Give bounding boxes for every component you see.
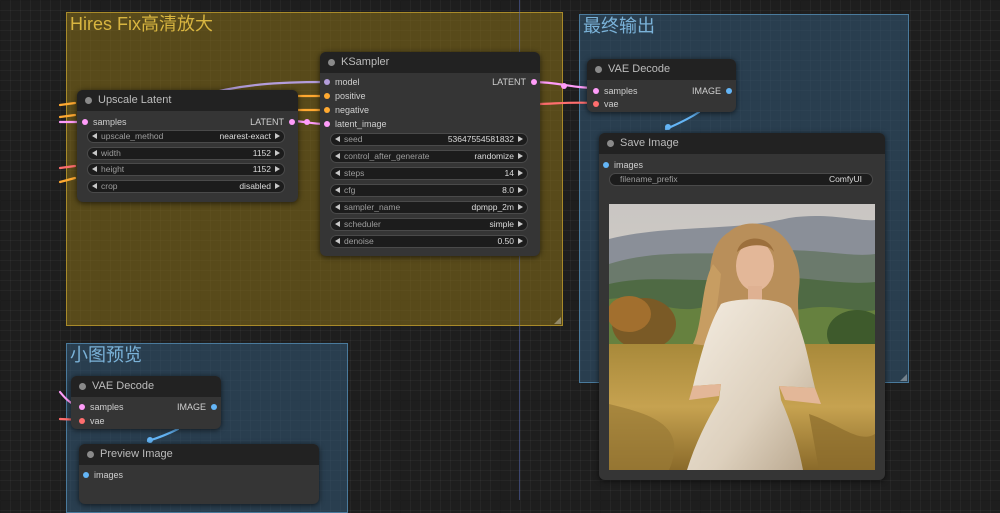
widget-crop[interactable]: crop disabled [87, 180, 285, 193]
node-title[interactable]: Upscale Latent [77, 90, 298, 111]
output-slot-image[interactable]: IMAGE [692, 85, 733, 97]
arrow-left-icon[interactable] [92, 133, 97, 139]
input-slot-model[interactable]: model [322, 76, 360, 88]
link-in-red [58, 164, 77, 170]
arrow-left-icon[interactable] [92, 166, 97, 172]
generated-image-drawing [609, 204, 875, 470]
collapse-dot-icon[interactable] [85, 97, 92, 104]
arrow-right-icon[interactable] [518, 153, 523, 159]
widget-filename-prefix[interactable]: filename_prefix ComfyUI [609, 173, 873, 186]
collapse-dot-icon[interactable] [607, 140, 614, 147]
slot-dot-icon[interactable] [79, 418, 85, 424]
node-preview-image[interactable]: Preview Image images [79, 444, 319, 504]
slot-dot-icon[interactable] [324, 93, 330, 99]
arrow-right-icon[interactable] [275, 183, 280, 189]
slot-dot-icon[interactable] [82, 119, 88, 125]
output-slot-latent[interactable]: LATENT [492, 76, 538, 88]
node-title[interactable]: Save Image [599, 133, 885, 154]
node-vae-decode-final[interactable]: VAE Decode samples vae IMAGE [587, 59, 736, 112]
arrow-left-icon[interactable] [335, 153, 340, 159]
arrow-right-icon[interactable] [518, 136, 523, 142]
slot-dot-icon[interactable] [289, 119, 295, 125]
arrow-right-icon[interactable] [518, 221, 523, 227]
arrow-right-icon[interactable] [275, 150, 280, 156]
input-slot-samples[interactable]: samples [80, 116, 127, 128]
arrow-left-icon[interactable] [92, 150, 97, 156]
arrow-left-icon[interactable] [92, 183, 97, 189]
slot-dot-icon[interactable] [324, 121, 330, 127]
widget-seed[interactable]: seed 53647554581832 [330, 133, 528, 146]
arrow-left-icon[interactable] [335, 238, 340, 244]
node-title[interactable]: VAE Decode [71, 376, 221, 397]
widget-cfg[interactable]: cfg 8.0 [330, 184, 528, 197]
arrow-right-icon[interactable] [518, 238, 523, 244]
slot-dot-icon[interactable] [726, 88, 732, 94]
collapse-dot-icon[interactable] [595, 66, 602, 73]
widget-control-after-generate[interactable]: control_after_generate randomize [330, 150, 528, 163]
slot-dot-icon[interactable] [603, 162, 609, 168]
slot-dot-icon[interactable] [593, 101, 599, 107]
arrow-right-icon[interactable] [275, 133, 280, 139]
input-slot-images[interactable]: images [81, 469, 123, 481]
node-ksampler[interactable]: KSampler model positive negative latent_… [320, 52, 540, 256]
input-slot-negative[interactable]: negative [322, 104, 369, 116]
collapse-dot-icon[interactable] [87, 451, 94, 458]
node-upscale-latent[interactable]: Upscale Latent samples LATENT upscale_me… [77, 90, 298, 202]
slot-dot-icon[interactable] [83, 472, 89, 478]
link-in-orange-3 [58, 176, 77, 184]
widget-width[interactable]: width 1152 [87, 147, 285, 160]
input-slot-images[interactable]: images [601, 159, 643, 171]
slot-dot-icon[interactable] [593, 88, 599, 94]
widget-denoise[interactable]: denoise 0.50 [330, 235, 528, 248]
widget-scheduler[interactable]: scheduler simple [330, 218, 528, 231]
collapse-dot-icon[interactable] [328, 59, 335, 66]
arrow-right-icon[interactable] [518, 170, 523, 176]
slot-dot-icon[interactable] [324, 79, 330, 85]
link-in-orange-2 [58, 113, 77, 119]
widget-steps[interactable]: steps 14 [330, 167, 528, 180]
arrow-left-icon[interactable] [335, 170, 340, 176]
input-slot-vae[interactable]: vae [77, 415, 105, 427]
arrow-left-icon[interactable] [335, 136, 340, 142]
link-in-orange-1 [58, 101, 77, 107]
arrow-left-icon[interactable] [335, 187, 340, 193]
arrow-right-icon[interactable] [275, 166, 280, 172]
slot-dot-icon[interactable] [79, 404, 85, 410]
slot-dot-icon[interactable] [531, 79, 537, 85]
node-title[interactable]: Preview Image [79, 444, 319, 465]
widget-upscale-method[interactable]: upscale_method nearest-exact [87, 130, 285, 143]
widget-height[interactable]: height 1152 [87, 163, 285, 176]
arrow-right-icon[interactable] [518, 204, 523, 210]
node-title[interactable]: VAE Decode [587, 59, 736, 80]
arrow-right-icon[interactable] [518, 187, 523, 193]
input-slot-latent-image[interactable]: latent_image [322, 118, 387, 130]
collapse-dot-icon[interactable] [79, 383, 86, 390]
output-slot-latent[interactable]: LATENT [250, 116, 296, 128]
generated-image [609, 204, 875, 470]
slot-dot-icon[interactable] [324, 107, 330, 113]
node-vae-decode-preview[interactable]: VAE Decode samples vae IMAGE [71, 376, 221, 429]
link-image-to-save [664, 110, 701, 131]
arrow-left-icon[interactable] [335, 221, 340, 227]
output-slot-image[interactable]: IMAGE [177, 401, 218, 413]
input-slot-vae[interactable]: vae [591, 98, 619, 110]
slot-dot-icon[interactable] [211, 404, 217, 410]
node-title[interactable]: KSampler [320, 52, 540, 73]
input-slot-samples[interactable]: samples [591, 85, 638, 97]
widget-sampler-name[interactable]: sampler_name dpmpp_2m [330, 201, 528, 214]
input-slot-samples[interactable]: samples [77, 401, 124, 413]
input-slot-positive[interactable]: positive [322, 90, 366, 102]
arrow-left-icon[interactable] [335, 204, 340, 210]
